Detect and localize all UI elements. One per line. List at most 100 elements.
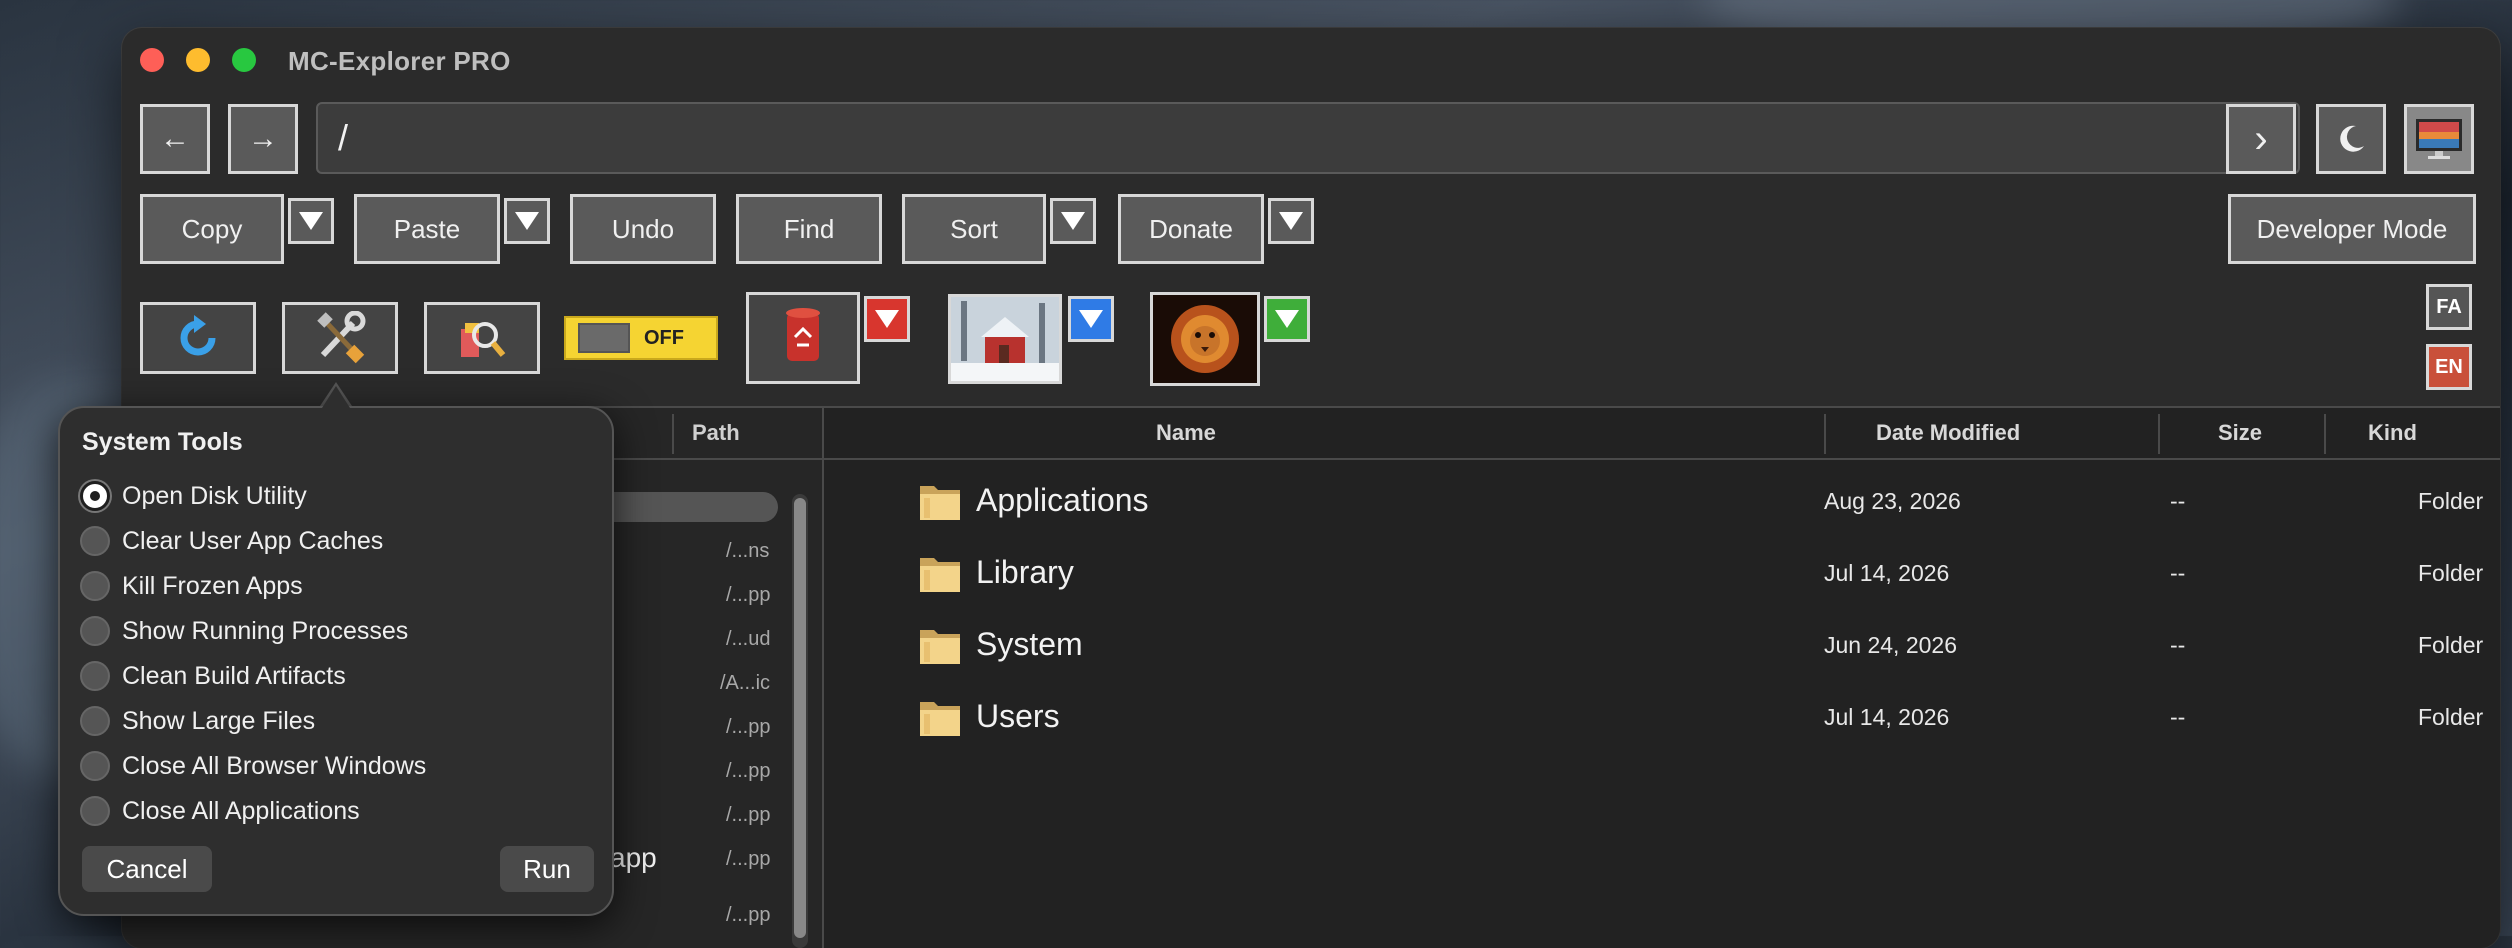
sidebar-scrollbar[interactable]: [792, 494, 808, 948]
option-label: Show Large Files: [122, 706, 316, 735]
close-window-button[interactable]: [140, 48, 164, 72]
zoom-window-button[interactable]: [232, 48, 256, 72]
sidebar-row-name: app: [610, 842, 657, 873]
path-column-header[interactable]: Path: [692, 420, 740, 446]
lion-image-icon: [1153, 295, 1257, 383]
scrollbar-thumb[interactable]: [794, 498, 806, 938]
file-kind: Folder: [2418, 560, 2484, 586]
file-date: Jul 14, 2026: [1824, 560, 1950, 586]
option-clean-build-artifacts[interactable]: Clean Build Artifacts: [80, 656, 346, 696]
path-input[interactable]: /: [316, 102, 2300, 174]
radio-unselected[interactable]: [80, 571, 110, 601]
inspector-button[interactable]: [424, 302, 540, 374]
snow-house-image-icon: [951, 297, 1059, 381]
undo-button[interactable]: Undo: [570, 194, 716, 264]
toggle-knob: [578, 323, 630, 353]
copy-options-dropdown[interactable]: [288, 198, 334, 244]
sidebar-row-path: /...pp: [726, 848, 771, 870]
file-name: Users: [976, 698, 1060, 734]
trash-button[interactable]: [746, 292, 860, 384]
cancel-button[interactable]: Cancel: [82, 846, 212, 892]
theme-snow-button[interactable]: [948, 294, 1062, 384]
feature-toggle[interactable]: OFF: [564, 316, 718, 360]
sort-options-dropdown[interactable]: [1050, 198, 1096, 244]
language-fa-button[interactable]: FA: [2426, 284, 2472, 330]
monitor-wallpaper-icon: [2416, 119, 2462, 159]
sidebar-row-path: /...pp: [726, 584, 771, 606]
wallpaper-button[interactable]: [2404, 104, 2474, 174]
back-button[interactable]: ←: [140, 104, 210, 174]
popover-arrow-fill: [322, 386, 350, 408]
file-name: Library: [976, 554, 1074, 590]
toggle-label: OFF: [644, 326, 684, 349]
donate-options-dropdown[interactable]: [1268, 198, 1314, 244]
file-size: --: [2170, 704, 2186, 730]
run-button[interactable]: Run: [500, 846, 594, 892]
file-date: Aug 23, 2026: [1824, 488, 1961, 514]
file-row[interactable]: Library Jul 14, 2026 -- Folder: [824, 538, 2500, 610]
triangle-down-icon: [515, 212, 539, 230]
folder-icon: [920, 702, 960, 736]
trash-options-dropdown[interactable]: [864, 296, 910, 342]
column-separator: [2158, 414, 2160, 454]
file-row[interactable]: Applications Aug 23, 2026 -- Folder: [824, 466, 2500, 538]
option-show-running-processes[interactable]: Show Running Processes: [80, 611, 408, 651]
paste-button[interactable]: Paste: [354, 194, 500, 264]
dark-mode-button[interactable]: [2316, 104, 2386, 174]
minimize-window-button[interactable]: [186, 48, 210, 72]
popover-title: System Tools: [82, 428, 243, 456]
paste-options-dropdown[interactable]: [504, 198, 550, 244]
theme-lion-dropdown[interactable]: [1264, 296, 1310, 342]
trash-can-icon: [786, 308, 820, 361]
copy-button[interactable]: Copy: [140, 194, 284, 264]
go-button[interactable]: ›: [2226, 104, 2296, 174]
size-column-header[interactable]: Size: [2218, 420, 2262, 446]
developer-mode-button[interactable]: Developer Mode: [2228, 194, 2476, 264]
file-name: Applications: [976, 482, 1149, 518]
system-tools-button[interactable]: [282, 302, 398, 374]
file-row[interactable]: Users Jul 14, 2026 -- Folder: [824, 682, 2500, 754]
radio-selected[interactable]: [80, 481, 110, 511]
name-column-header[interactable]: Name: [1156, 420, 1216, 446]
column-separator: [2324, 414, 2326, 454]
option-kill-frozen-apps[interactable]: Kill Frozen Apps: [80, 566, 303, 606]
file-list-pane: Name Date Modified Size Kind Application…: [824, 408, 2500, 948]
radio-unselected[interactable]: [80, 751, 110, 781]
triangle-down-icon: [1061, 212, 1085, 230]
magnifier-icon: [461, 322, 506, 357]
date-column-header[interactable]: Date Modified: [1876, 420, 2020, 446]
kind-column-header[interactable]: Kind: [2368, 420, 2417, 446]
option-open-disk-utility[interactable]: Open Disk Utility: [80, 476, 307, 516]
sidebar-row-path: /...pp: [726, 716, 771, 738]
moon-icon: [2340, 125, 2364, 152]
file-date: Jun 24, 2026: [1824, 632, 1958, 658]
file-list-header: Name Date Modified Size Kind: [824, 408, 2500, 460]
arrow-left-icon: ←: [160, 122, 190, 155]
forward-button[interactable]: →: [228, 104, 298, 174]
option-show-large-files[interactable]: Show Large Files: [80, 701, 315, 741]
radio-unselected[interactable]: [80, 526, 110, 556]
find-button[interactable]: Find: [736, 194, 882, 264]
radio-unselected[interactable]: [80, 616, 110, 646]
radio-unselected[interactable]: [80, 661, 110, 691]
sidebar-row-path: /A...ic: [720, 672, 771, 694]
language-en-button[interactable]: EN: [2426, 344, 2472, 390]
file-row[interactable]: System Jun 24, 2026 -- Folder: [824, 610, 2500, 682]
option-label: Close All Applications: [122, 796, 360, 825]
tools-icon: [317, 311, 366, 364]
refresh-icon: [180, 315, 216, 356]
option-close-all-applications[interactable]: Close All Applications: [80, 791, 360, 831]
theme-snow-dropdown[interactable]: [1068, 296, 1114, 342]
radio-unselected[interactable]: [80, 706, 110, 736]
triangle-down-icon: [299, 212, 323, 230]
file-kind: Folder: [2418, 488, 2484, 514]
refresh-button[interactable]: [140, 302, 256, 374]
radio-unselected[interactable]: [80, 796, 110, 826]
theme-lion-button[interactable]: [1150, 292, 1260, 386]
option-clear-user-app-caches[interactable]: Clear User App Caches: [80, 521, 383, 561]
arrow-right-icon: →: [248, 122, 278, 155]
donate-button[interactable]: Donate: [1118, 194, 1264, 264]
sort-button[interactable]: Sort: [902, 194, 1046, 264]
option-close-all-browser-windows[interactable]: Close All Browser Windows: [80, 746, 426, 786]
chevron-right-icon: ›: [2254, 116, 2268, 161]
